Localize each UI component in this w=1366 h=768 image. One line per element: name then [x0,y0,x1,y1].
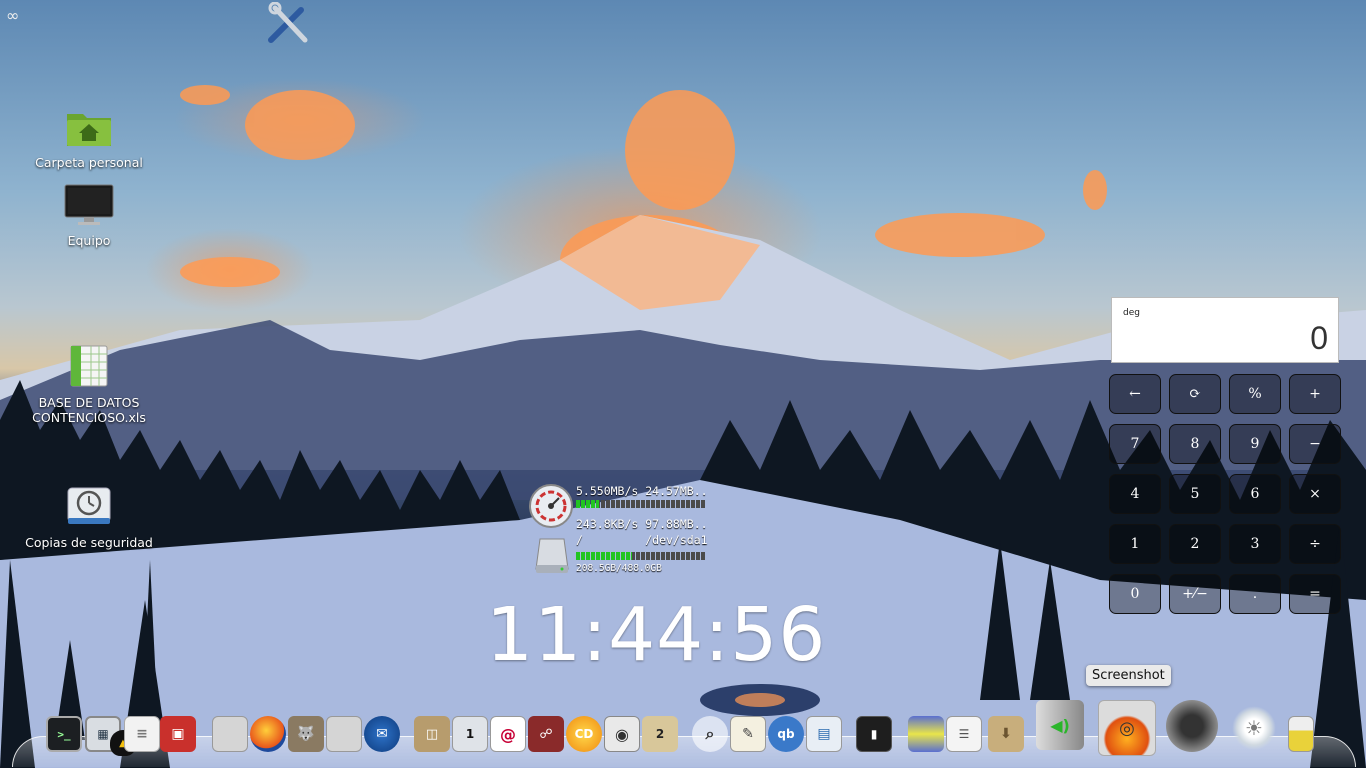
desktop-icon-label: Carpeta personal [35,155,143,170]
workspace-number: 1 [465,727,475,741]
spreadsheet-icon [19,344,159,391]
calc-key-3[interactable]: 3 [1229,524,1281,564]
terminal-icon[interactable]: >_ [46,716,82,752]
dock-tooltip: Screenshot [1086,665,1171,686]
qbittorrent-label: qb [777,727,795,741]
calc-key-plus[interactable]: + [1289,374,1341,414]
backup-icon [19,484,159,531]
desktop-icon-computer[interactable]: Equipo [19,184,159,248]
network-gauge-icon [528,483,574,532]
downloads-folder-icon[interactable]: ⬇ [988,716,1024,752]
calc-key-6[interactable]: 6 [1229,474,1281,514]
image-viewer-icon[interactable]: ▤ [806,716,842,752]
desktop-icon-spreadsheet[interactable]: BASE DE DATOS CONTENCIOSO.xls [19,344,159,425]
calc-key-7[interactable]: 7 [1109,424,1161,464]
package-installer-icon[interactable]: ▣ [160,716,196,752]
calc-key-minus[interactable]: − [1289,424,1341,464]
text-editor-icon[interactable]: ✎ [730,716,766,752]
network-bar [576,500,706,508]
video-editor-icon[interactable] [908,716,944,752]
qbittorrent-icon[interactable]: qb [768,716,804,752]
desktop-icon-label: Copias de seguridad [25,535,153,550]
volume-icon[interactable]: ◀) [1036,700,1084,750]
firefox-icon[interactable] [250,716,286,752]
system-monitor-widget: 5.550MB/s 24.57MB.. 243.8KB/s 97.88MB.. … [528,483,718,578]
calc-key-9[interactable]: 9 [1229,424,1281,464]
calc-key-reset[interactable]: ⟳ [1169,374,1221,414]
network-speed-text: 5.550MB/s 24.57MB.. [576,484,708,498]
calc-key-multiply[interactable]: × [1289,474,1341,514]
brightness-icon[interactable]: ☀ [1232,706,1276,750]
calc-key-5[interactable]: 5 [1169,474,1221,514]
calc-key-percent[interactable]: % [1229,374,1281,414]
disk-usage-bar [576,552,706,560]
desktop-icon-home-folder[interactable]: Carpeta personal [19,108,159,170]
desktop-icon-backup[interactable]: Copias de seguridad [19,484,159,550]
disk-usage-text: 208.5GB/488.0GB [576,563,662,574]
computer-icon [19,184,159,229]
calc-key-backspace[interactable]: ← [1109,374,1161,414]
calc-key-0[interactable]: 0 [1109,574,1161,614]
hard-drive-icon [532,535,572,578]
calc-key-decimal[interactable]: . [1229,574,1281,614]
calc-key-equals[interactable]: = [1289,574,1341,614]
calc-key-negate[interactable]: +⁄− [1169,574,1221,614]
mount-text: / /dev/sda1 [576,533,708,547]
search-icon[interactable]: ⌕ [692,716,728,752]
archive-icon[interactable]: 2 [642,716,678,752]
file-icon[interactable] [212,716,248,752]
calc-key-1[interactable]: 1 [1109,524,1161,564]
pidgin-icon[interactable]: ☍ [528,716,564,752]
cd-burner-icon[interactable]: CD [566,716,602,752]
calc-key-2[interactable]: 2 [1169,524,1221,564]
top-left-logo-icon[interactable]: ∞ [6,6,19,25]
cd-label: CD [574,727,594,741]
calculator-display: deg 0 [1111,297,1339,363]
home-folder-icon [19,108,159,151]
debian-icon[interactable]: @ [490,716,526,752]
settings-tools-icon[interactable] [265,1,311,46]
desktop-icon-label-line2: CONTENCIOSO.xls [32,410,146,425]
archive-manager-icon[interactable]: ◫ [414,716,450,752]
desktop-icon-label-line1: BASE DE DATOS [38,395,140,410]
calc-key-8[interactable]: 8 [1169,424,1221,464]
calculator-mode: deg [1123,308,1140,318]
document-viewer-icon[interactable]: ☰ [946,716,982,752]
file-icon-2[interactable] [326,716,362,752]
disk-usage-bar-fill [576,552,632,560]
calc-key-4[interactable]: 4 [1109,474,1161,514]
thunderbird-icon[interactable]: ✉ [364,716,400,752]
audio-player-icon[interactable]: ◉ [604,716,640,752]
gimp-icon[interactable]: 🐺 [288,716,324,752]
battery-icon[interactable] [1288,716,1314,752]
workspace-switcher-icon[interactable]: 1 [452,716,488,752]
mobile-device-icon[interactable]: ▮ [856,716,892,752]
text-document-icon[interactable]: ≡ [124,716,160,752]
archive-badge: 2 [655,727,665,741]
desktop-clock: 11:44:56 [486,592,827,678]
disk-io-text: 243.8KB/s 97.88MB.. [576,517,708,531]
calculator-value: 0 [1310,320,1328,356]
calc-key-divide[interactable]: ÷ [1289,524,1341,564]
network-bar-fill [576,500,600,508]
desktop-icon-label: Equipo [67,233,111,248]
screenshot-icon[interactable]: ◎ [1098,700,1156,756]
speaker-icon[interactable] [1166,700,1218,752]
